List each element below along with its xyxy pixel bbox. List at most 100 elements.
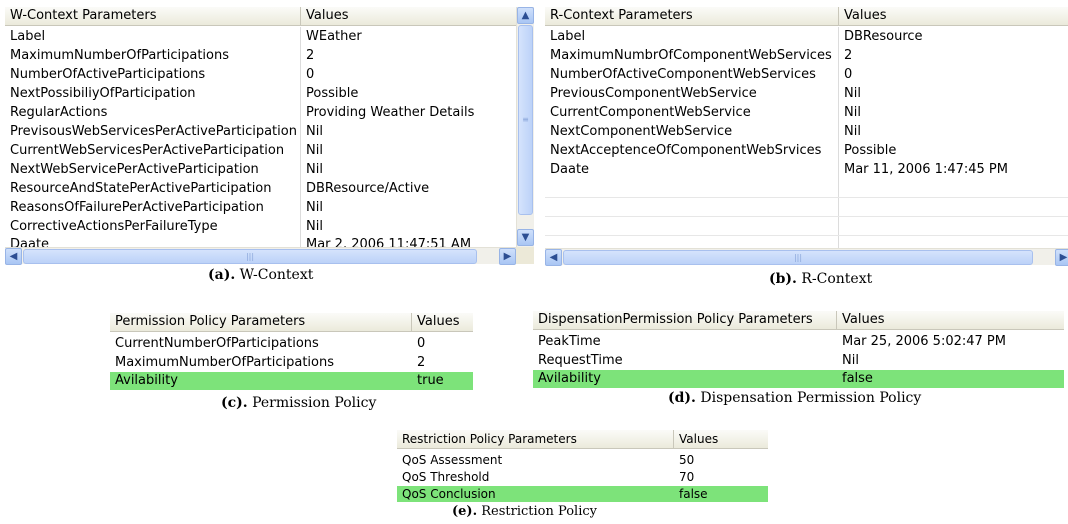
table-row[interactable]: PreviousComponentWebService Nil [545, 84, 1068, 103]
table-row[interactable]: RequestTime Nil [533, 351, 1064, 370]
param-name: MaximumNumbrOfComponentWebServices [545, 46, 839, 65]
table-row[interactable]: PrevisousWebServicesPerActiveParticipati… [5, 122, 517, 141]
param-value: Possible [844, 143, 897, 158]
caption-text: Restriction Policy [477, 504, 597, 519]
table-row[interactable]: NumberOfActiveParticipations 0 [5, 65, 517, 84]
param-value: Possible [306, 86, 359, 101]
param-value: Nil [306, 124, 323, 139]
table-row[interactable]: MaximumNumbrOfComponentWebServices 2 [545, 46, 1068, 65]
column-header-values[interactable]: Values [837, 311, 1064, 330]
chevron-right-icon[interactable]: ▶ [499, 248, 516, 265]
caption-text: W-Context [235, 267, 314, 283]
table-row[interactable]: Daate Mar 11, 2006 1:47:45 PM [545, 160, 1068, 179]
param-name: MaximumNumberOfParticipations [5, 46, 301, 65]
table-row[interactable]: NextPossibiliyOfParticipation Possible [5, 84, 517, 103]
empty-row [545, 217, 1068, 236]
caption-dispensation-policy: (d). Dispensation Permission Policy [668, 390, 921, 406]
param-value: Nil [306, 162, 323, 177]
horizontal-scrollbar[interactable]: ◀ ||| ▶ [5, 247, 516, 265]
w-context-table: W-Context Parameters Values Label WEather… [5, 7, 534, 265]
table-row-selected[interactable]: Avilability true [110, 372, 473, 390]
param-name: CurrentComponentWebService [545, 103, 839, 122]
param-name: QoS Threshold [402, 470, 490, 484]
permission-policy-table: Permission Policy Parameters Values Curr… [110, 313, 473, 391]
table-row-selected[interactable]: Avilability false [533, 370, 1064, 388]
table-row[interactable]: PeakTime Mar 25, 2006 5:02:47 PM [533, 332, 1064, 351]
column-header-values[interactable]: Values [674, 430, 768, 449]
table-row[interactable]: NextAcceptenceOfComponentWebSrvices Possi… [545, 141, 1068, 160]
param-value: WEather [306, 29, 362, 44]
vertical-scrollbar[interactable]: ▲ ≡ ▼ [516, 7, 534, 247]
param-name: QoS Conclusion [402, 487, 496, 501]
table-row[interactable]: CorrectiveActionsPerFailureType Nil [5, 217, 517, 236]
param-value: DBResource [844, 29, 923, 44]
table-row[interactable]: ReasonsOfFailurePerActiveParticipation Ni… [5, 198, 517, 217]
table-row[interactable]: CurrentComponentWebService Nil [545, 103, 1068, 122]
empty-cell [545, 236, 839, 248]
column-header-parameters[interactable]: R-Context Parameters [545, 7, 839, 26]
table-row-selected[interactable]: QoS Conclusion false [397, 486, 768, 502]
caption-restriction-policy: (e). Restriction Policy [452, 504, 597, 519]
caption-label: (d). [668, 390, 696, 406]
table-row[interactable]: Label DBResource [545, 27, 1068, 46]
param-value: 2 [844, 48, 853, 63]
param-name: ReasonsOfFailurePerActiveParticipation [5, 198, 301, 217]
table-row[interactable]: MaximumNumberOfParticipations 2 [110, 353, 473, 372]
w-context-header: W-Context Parameters Values [5, 7, 517, 26]
horizontal-scrollbar[interactable]: ◀ ||| ▶ [545, 248, 1068, 266]
param-value: 2 [306, 48, 315, 63]
empty-cell [545, 217, 839, 235]
chevron-right-icon[interactable]: ▶ [1055, 249, 1068, 266]
param-name: Avilability [115, 373, 178, 388]
chevron-left-icon[interactable]: ◀ [545, 249, 562, 266]
param-value: DBResource/Active [306, 181, 430, 196]
chevron-up-icon[interactable]: ▲ [517, 7, 534, 24]
param-value: 0 [844, 67, 853, 82]
column-header-parameters[interactable]: Permission Policy Parameters [110, 313, 412, 332]
table-row[interactable]: QoS Assessment 50 [397, 452, 768, 468]
empty-row [545, 198, 1068, 217]
table-row[interactable]: RegularActions Providing Weather Details [5, 103, 517, 122]
param-value: false [679, 487, 708, 501]
param-name: PrevisousWebServicesPerActiveParticipati… [5, 122, 301, 141]
param-name: Label [5, 27, 301, 46]
param-value: true [417, 373, 444, 388]
caption-w-context: (a). W-Context [208, 267, 313, 283]
table-row[interactable]: CurrentWebServicesPerActiveParticipation… [5, 141, 517, 160]
column-header-values[interactable]: Values [839, 7, 1068, 26]
table-row[interactable]: Daate Mar 2, 2006 11:47:51 AM [5, 236, 517, 247]
scroll-corner [516, 247, 534, 264]
column-header-parameters[interactable]: DispensationPermission Policy Parameters [533, 311, 837, 330]
chevron-down-icon[interactable]: ▼ [517, 229, 534, 246]
caption-label: (e). [452, 504, 478, 519]
param-value: Providing Weather Details [306, 105, 475, 120]
table-row[interactable]: MaximumNumberOfParticipations 2 [5, 46, 517, 65]
dispensation-header: DispensationPermission Policy Parameters… [533, 311, 1064, 330]
table-row[interactable]: NextWebServicePerActiveParticipation Nil [5, 160, 517, 179]
scrollbar-thumb[interactable]: ||| [23, 249, 477, 264]
empty-cell [545, 198, 839, 216]
column-header-values[interactable]: Values [301, 7, 517, 26]
chevron-left-icon[interactable]: ◀ [5, 248, 22, 265]
r-context-header: R-Context Parameters Values [545, 7, 1068, 26]
param-name: PeakTime [538, 334, 601, 349]
caption-label: (b). [769, 271, 797, 287]
column-header-values[interactable]: Values [412, 313, 473, 332]
param-name: RequestTime [538, 353, 623, 368]
restriction-policy-table: Restriction Policy Parameters Values QoS… [397, 430, 768, 504]
table-row[interactable]: QoS Threshold 70 [397, 469, 768, 485]
scrollbar-thumb[interactable]: ||| [563, 250, 1033, 265]
table-row[interactable]: CurrentNumberOfParticipations 0 [110, 334, 473, 353]
scrollbar-thumb[interactable]: ≡ [518, 25, 533, 215]
table-row[interactable]: ResourceAndStatePerActiveParticipation DB… [5, 179, 517, 198]
table-row[interactable]: Label WEather [5, 27, 517, 46]
param-name: CurrentWebServicesPerActiveParticipation [5, 141, 301, 160]
column-header-parameters[interactable]: Restriction Policy Parameters [397, 430, 674, 449]
param-name: Daate [545, 160, 839, 179]
param-name: Avilability [538, 371, 601, 386]
table-row[interactable]: NumberOfActiveComponentWebServices 0 [545, 65, 1068, 84]
table-row[interactable]: NextComponentWebService Nil [545, 122, 1068, 141]
column-header-parameters[interactable]: W-Context Parameters [5, 7, 301, 26]
caption-text: R-Context [796, 271, 873, 287]
param-value: Mar 2, 2006 11:47:51 AM [306, 237, 472, 247]
